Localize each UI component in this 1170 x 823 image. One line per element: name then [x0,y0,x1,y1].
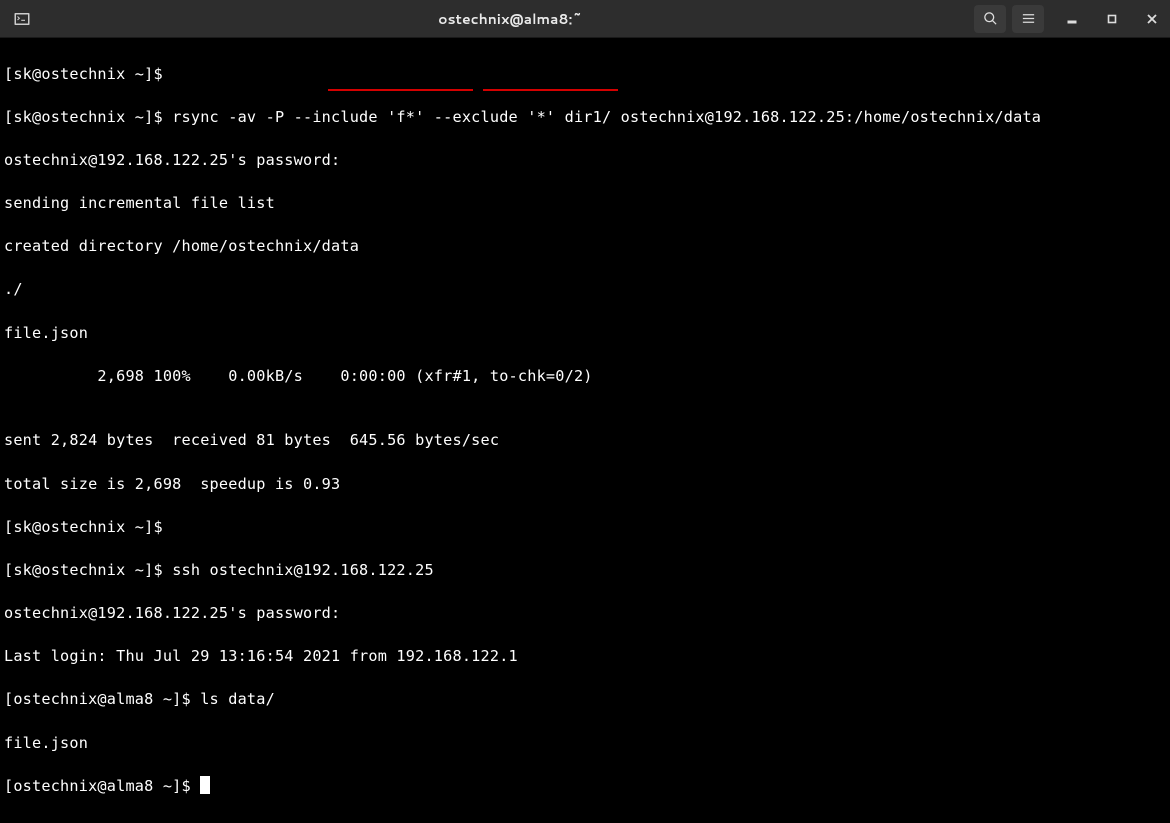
prompt: [ostechnix@alma8 ~]$ [4,690,200,708]
terminal-line: 2,698 100% 0.00kB/s 0:00:00 (xfr#1, to-c… [4,366,1166,388]
terminal-line: ./ [4,279,1166,301]
terminal-line: [sk@ostechnix ~]$ ssh ostechnix@192.168.… [4,560,1166,582]
annotation-underline [328,89,473,91]
terminal-line: [sk@ostechnix ~]$ rsync -av -P --include… [4,107,1166,129]
prompt: [sk@ostechnix ~]$ [4,108,172,126]
titlebar: ostechnix@alma8:~ [0,0,1170,38]
terminal-icon [6,5,38,33]
cursor [200,776,210,794]
command-text: ls data/ [200,690,275,708]
command-text: rsync -av -P --include 'f*' --exclude '*… [172,108,1041,126]
titlebar-actions [974,5,1164,33]
prompt: [ostechnix@alma8 ~]$ [4,777,200,795]
command-text: ssh ostechnix@192.168.122.25 [172,561,434,579]
prompt: [sk@ostechnix ~]$ [4,561,172,579]
terminal-area[interactable]: [sk@ostechnix ~]$ [sk@ostechnix ~]$ rsyn… [0,38,1170,823]
terminal-line: [ostechnix@alma8 ~]$ [4,776,1166,798]
terminal-line: [sk@ostechnix ~]$ [4,517,1166,539]
terminal-line: created directory /home/ostechnix/data [4,236,1166,258]
terminal-line: [sk@ostechnix ~]$ [4,64,1166,86]
prompt: [sk@ostechnix ~]$ [4,518,172,536]
terminal-line: ostechnix@192.168.122.25's password: [4,603,1166,625]
search-icon[interactable] [974,5,1006,33]
close-button[interactable] [1140,7,1164,31]
window-title: ostechnix@alma8:~ [46,9,974,29]
minimize-button[interactable] [1060,7,1084,31]
terminal-line: ostechnix@192.168.122.25's password: [4,150,1166,172]
annotation-underline [483,89,618,91]
terminal-line: total size is 2,698 speedup is 0.93 [4,474,1166,496]
terminal-line: [ostechnix@alma8 ~]$ ls data/ [4,689,1166,711]
terminal-line: sending incremental file list [4,193,1166,215]
prompt: [sk@ostechnix ~]$ [4,65,172,83]
hamburger-menu-icon[interactable] [1012,5,1044,33]
terminal-line: file.json [4,733,1166,755]
terminal-line: sent 2,824 bytes received 81 bytes 645.5… [4,430,1166,452]
terminal-line: file.json [4,323,1166,345]
terminal-line: Last login: Thu Jul 29 13:16:54 2021 fro… [4,646,1166,668]
maximize-button[interactable] [1100,7,1124,31]
